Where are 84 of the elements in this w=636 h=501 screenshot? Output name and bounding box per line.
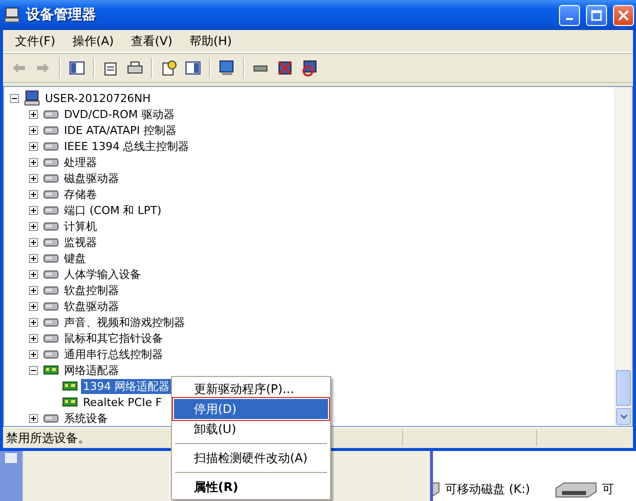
tree-item[interactable]: 网络适配器	[62, 362, 121, 378]
plus-icon	[30, 126, 37, 134]
menu-item[interactable]: 卸载(U)	[174, 419, 328, 439]
scrollbar-thumb[interactable]	[616, 370, 631, 406]
right-arrow-icon	[36, 62, 50, 74]
expand-toggle[interactable]	[29, 286, 38, 294]
tree-item[interactable]: 处理器	[62, 154, 99, 170]
tree-item[interactable]: 监视器	[62, 234, 99, 250]
tree-item[interactable]: 磁盘驱动器	[62, 170, 121, 186]
left-arrow-icon	[12, 62, 26, 74]
plus-icon	[30, 110, 37, 118]
plus-icon	[30, 174, 37, 182]
expand-toggle[interactable]	[29, 414, 38, 422]
tree-item[interactable]: 存储卷	[62, 186, 99, 202]
expand-toggle[interactable]	[29, 302, 38, 310]
tree-item[interactable]: 软盘控制器	[62, 282, 121, 298]
menu-item[interactable]: 扫描检测硬件改动(A)	[174, 448, 328, 468]
plus-icon	[30, 206, 37, 214]
close-button[interactable]	[613, 4, 634, 26]
menu-item[interactable]: 更新驱动程序(P)...	[174, 379, 328, 399]
tree-item[interactable]: 通用串行总线控制器	[62, 346, 165, 362]
plus-icon	[30, 190, 37, 198]
tree-item[interactable]: 人体学输入设备	[62, 266, 143, 282]
expand-toggle[interactable]	[29, 350, 38, 358]
expand-toggle[interactable]	[29, 158, 38, 166]
expand-toggle[interactable]	[29, 318, 38, 326]
expand-toggle[interactable]	[29, 222, 38, 230]
plus-icon	[30, 414, 37, 422]
expand-toggle[interactable]	[29, 254, 38, 262]
square-icon	[5, 453, 17, 463]
plus-icon	[30, 142, 37, 150]
drive-label[interactable]: 可	[602, 481, 614, 498]
tree-item[interactable]: DVD/CD-ROM 驱动器	[62, 106, 176, 122]
tree-item[interactable]: 1394 网络适配器	[81, 378, 172, 394]
expand-toggle[interactable]	[29, 174, 38, 182]
tree-item[interactable]: 键盘	[62, 250, 88, 266]
tree-item[interactable]: 计算机	[62, 218, 99, 234]
plus-icon	[30, 238, 37, 246]
computer-icon	[4, 7, 20, 23]
expand-toggle[interactable]	[29, 110, 38, 118]
tree-item[interactable]: 端口 (COM 和 LPT)	[62, 202, 164, 218]
expand-toggle[interactable]	[29, 334, 38, 342]
menu-item[interactable]: 帮助(H)	[183, 32, 243, 50]
tree-item[interactable]: 系统设备	[62, 410, 110, 426]
plus-icon	[30, 270, 37, 278]
tree-item[interactable]: Realtek PCIe F	[81, 394, 164, 410]
maximize-button[interactable]	[586, 4, 607, 26]
expand-toggle[interactable]	[29, 126, 38, 134]
scroll-down-button[interactable]	[616, 408, 631, 425]
plus-icon	[30, 334, 37, 342]
plus-icon	[30, 222, 37, 230]
plus-icon	[30, 286, 37, 294]
menu-item[interactable]: 停用(D)	[174, 399, 328, 419]
tree-item[interactable]: 软盘驱动器	[62, 298, 121, 314]
plus-icon	[30, 302, 37, 310]
tree-item[interactable]: 鼠标和其它指针设备	[62, 330, 165, 346]
maximize-icon	[591, 10, 602, 20]
window-title: 设备管理器	[26, 6, 97, 24]
menu-item[interactable]: 文件(F)	[9, 32, 66, 50]
expand-toggle[interactable]	[29, 206, 38, 214]
expand-toggle[interactable]	[29, 238, 38, 246]
plus-icon	[30, 350, 37, 358]
plus-icon	[30, 318, 37, 326]
tree-item[interactable]: IDE ATA/ATAPI 控制器	[62, 122, 178, 138]
collapse-toggle[interactable]	[29, 366, 38, 374]
menu-item[interactable]: 操作(A)	[66, 32, 125, 50]
computer-icon	[24, 90, 40, 106]
tree-item[interactable]: IEEE 1394 总线主控制器	[62, 138, 192, 154]
chevron-down-icon	[620, 414, 628, 419]
minimize-icon	[566, 18, 573, 20]
tree-item[interactable]: 声音、视频和游戏控制器	[62, 314, 187, 330]
expand-toggle[interactable]	[29, 270, 38, 278]
plus-icon	[30, 158, 37, 166]
expand-toggle[interactable]	[29, 190, 38, 198]
menu-item[interactable]: 属性(R)	[174, 477, 328, 497]
drive-label[interactable]: 可移动磁盘 (K:)	[445, 481, 530, 498]
status-text: 禁用所选设备。	[5, 430, 91, 446]
collapse-toggle[interactable]	[10, 94, 19, 102]
tree-item[interactable]: USER-20120726NH	[43, 90, 153, 106]
menu-item[interactable]: 查看(V)	[124, 32, 184, 50]
close-icon	[618, 10, 629, 20]
minimize-button[interactable]	[559, 4, 580, 26]
plus-icon	[30, 254, 37, 262]
expand-toggle[interactable]	[29, 142, 38, 150]
